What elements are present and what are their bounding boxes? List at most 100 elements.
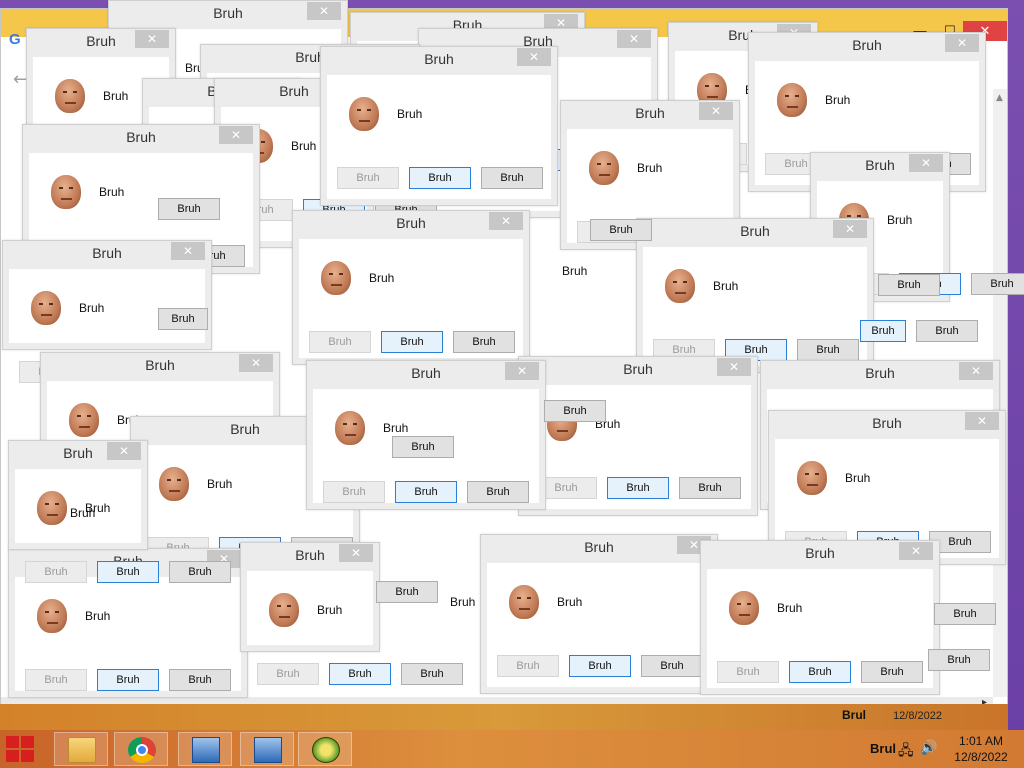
dialog-button-default[interactable]: Bruh xyxy=(607,477,669,499)
face-image xyxy=(51,175,81,209)
dialog-message: Bruh xyxy=(79,301,105,315)
dialog-button-disabled[interactable]: Bruh xyxy=(497,655,559,677)
dialog-close-button[interactable]: ✕ xyxy=(239,354,273,372)
dialog-close-button[interactable]: ✕ xyxy=(517,48,551,66)
taskbar-app-file-explorer[interactable] xyxy=(54,732,108,766)
fragment-button[interactable]: Bruh xyxy=(878,274,940,296)
dialog-close-button[interactable]: ✕ xyxy=(489,212,523,230)
dialog-button-default[interactable]: Bruh xyxy=(329,663,391,685)
bruh-dialog: Bruh ✕ Bruh Bruh Bruh Bruh xyxy=(700,540,940,695)
dialog-button-disabled[interactable]: Bruh xyxy=(25,669,87,691)
dialog-close-button[interactable]: ✕ xyxy=(699,102,733,120)
dialog-button[interactable]: Bruh xyxy=(971,273,1024,295)
dialog-button-disabled[interactable]: Bruh xyxy=(717,661,779,683)
bruh-dialog: Bruh ✕ Bruh Bruh Bruh Bruh xyxy=(518,356,758,516)
fragment-button[interactable]: Bruh xyxy=(158,198,220,220)
fragment-button[interactable]: Bruh xyxy=(916,320,978,342)
dialog-button[interactable]: Bruh xyxy=(641,655,703,677)
dialog-button-default[interactable]: Bruh xyxy=(789,661,851,683)
taskbar-app-shield[interactable] xyxy=(298,732,352,766)
dialog-button-default[interactable]: Bruh xyxy=(569,655,631,677)
dialog-close-button[interactable]: ✕ xyxy=(965,412,999,430)
face-image xyxy=(37,599,67,633)
dialog-button-default[interactable]: Bruh xyxy=(395,481,457,503)
face-image xyxy=(269,593,299,627)
dialog-button-disabled[interactable]: Bruh xyxy=(25,561,87,583)
dialog-button-disabled[interactable]: Bruh xyxy=(323,481,385,503)
clock-time: 1:01 AM xyxy=(958,734,1004,748)
fragment-button[interactable]: Bruh xyxy=(928,649,990,671)
start-button[interactable] xyxy=(6,736,36,762)
dialog-button[interactable]: Bruh xyxy=(169,669,231,691)
dialog-button[interactable]: Bruh xyxy=(861,661,923,683)
taskbar-app-chrome[interactable] xyxy=(114,732,168,766)
dialog-close-button[interactable]: ✕ xyxy=(505,362,539,380)
bruh-dialog: Bruh ✕ Bruh Bruh Bruh Bruh xyxy=(292,210,530,365)
network-icon[interactable]: 🖧 xyxy=(898,740,914,764)
dialog-message: Bruh xyxy=(103,89,129,103)
speaker-icon[interactable]: 🔊 xyxy=(920,740,937,756)
face-image xyxy=(665,269,695,303)
dialog-close-button[interactable]: ✕ xyxy=(107,442,141,460)
face-image xyxy=(335,411,365,445)
fragment-button[interactable]: Bruh xyxy=(590,219,652,241)
dialog-content: Bruh Bruh Bruh Bruh xyxy=(9,269,225,383)
ghost-tray-label: Brul xyxy=(842,708,866,722)
dialog-close-button[interactable]: ✕ xyxy=(899,542,933,560)
dialog-message: Bruh xyxy=(637,161,663,175)
fragment-button[interactable]: Bruh xyxy=(544,400,606,422)
dialog-close-button[interactable]: ✕ xyxy=(833,220,867,238)
dialog-button[interactable]: Bruh xyxy=(169,561,231,583)
dialog-button[interactable]: Bruh xyxy=(679,477,741,499)
bruh-dialog: Bruh ✕ Bruh Bruh Bruh Bruh xyxy=(636,218,874,373)
fragment-button[interactable]: Bruh xyxy=(392,436,454,458)
dialog-close-button[interactable]: ✕ xyxy=(717,358,751,376)
dialog-content: Bruh Bruh Bruh Bruh xyxy=(643,247,867,366)
dialog-close-button[interactable]: ✕ xyxy=(135,30,169,48)
tray-label: Brul xyxy=(870,741,896,756)
dialog-button-default[interactable]: Bruh xyxy=(409,167,471,189)
dialog-button-default[interactable]: Bruh xyxy=(97,669,159,691)
dialog-button[interactable]: Bruh xyxy=(481,167,543,189)
dialog-button[interactable]: Bruh xyxy=(453,331,515,353)
dialog-close-button[interactable]: ✕ xyxy=(959,362,993,380)
scroll-up-icon[interactable]: ▲ xyxy=(996,93,1003,103)
bruh-dialog: Bruh ✕ Bruh Bruh Bruh Bruh xyxy=(480,534,718,694)
dialog-close-button[interactable]: ✕ xyxy=(339,544,373,562)
shield-app-icon xyxy=(312,737,340,763)
dialog-close-button[interactable]: ✕ xyxy=(307,2,341,20)
dialog-button[interactable]: Bruh xyxy=(797,339,859,361)
dialog-button-disabled[interactable]: Bruh xyxy=(309,331,371,353)
dialog-close-button[interactable]: ✕ xyxy=(171,242,205,260)
dialog-button-disabled[interactable]: Bruh xyxy=(257,663,319,685)
dialog-content: Bruh Bruh Bruh Bruh xyxy=(327,75,551,199)
dialog-button-default[interactable]: Bruh xyxy=(97,561,159,583)
dialog-message: Bruh xyxy=(557,595,583,609)
dialog-button-default[interactable]: Bruh xyxy=(381,331,443,353)
taskbar-app-network-2[interactable] xyxy=(240,732,294,766)
dialog-close-button[interactable]: ✕ xyxy=(219,126,253,144)
bruh-dialog: Bruh ✕ Bruh Bruh Bruh Bruh xyxy=(8,440,231,583)
fragment-button[interactable]: Bruh xyxy=(158,308,208,330)
face-image xyxy=(31,291,61,325)
fragment-button[interactable]: Bruh xyxy=(860,320,906,342)
bruh-dialog: Bruh ✕ Bruh Bruh Bruh Bruh xyxy=(306,360,546,510)
bruh-dialog: Bruh ✕ Bruh Bruh Bruh Bruh xyxy=(2,240,225,383)
dialog-close-button[interactable]: ✕ xyxy=(945,34,979,52)
taskbar-app-network[interactable] xyxy=(178,732,232,766)
face-image xyxy=(797,461,827,495)
dialog-button-disabled[interactable]: Bruh xyxy=(337,167,399,189)
dialog-message: Bruh xyxy=(825,93,851,107)
dialog-close-button[interactable]: ✕ xyxy=(617,30,651,48)
dialog-button[interactable]: Bruh xyxy=(401,663,463,685)
dialog-message: Bruh xyxy=(397,107,423,121)
taskbar-clock[interactable]: 1:01 AM 12/8/2022 xyxy=(950,733,1012,765)
clock-date: 12/8/2022 xyxy=(954,750,1008,764)
chrome-icon xyxy=(128,737,156,763)
dialog-button[interactable]: Bruh xyxy=(467,481,529,503)
face-image xyxy=(729,591,759,625)
fragment-button[interactable]: Bruh xyxy=(376,581,438,603)
fragment-button[interactable]: Bruh xyxy=(934,603,996,625)
dialog-close-button[interactable]: ✕ xyxy=(909,154,943,172)
face-image xyxy=(55,79,85,113)
